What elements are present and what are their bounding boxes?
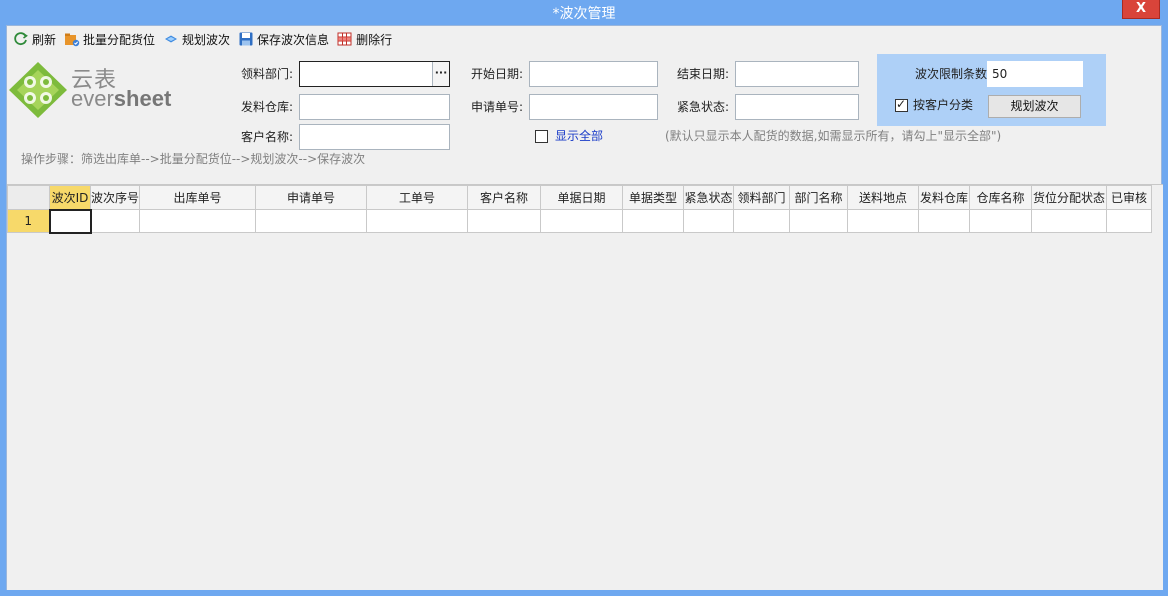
column-header[interactable]: 送料地点 [847,185,920,210]
filter-hint: (默认只显示本人配货的数据,如需显示所有，请勾上"显示全部") [665,129,1002,143]
column-header[interactable]: 客户名称 [467,185,542,210]
grid-cell[interactable] [255,209,368,233]
grid-cell[interactable] [467,209,542,233]
column-header[interactable]: 单据类型 [622,185,685,210]
operation-steps: 操作步骤：筛选出库单-->批量分配货位-->规划波次-->保存波次 [21,152,366,166]
grid-cell[interactable] [969,209,1033,233]
grid-cell[interactable] [366,209,469,233]
batch-assign-button[interactable]: 批量分配货位 [62,28,159,50]
limit-label: 波次限制条数 [914,67,987,81]
warehouse-field[interactable] [299,94,450,120]
by-customer-checkbox[interactable] [895,97,908,112]
grid-body: 1 [7,208,1153,234]
save-wave-label: 保存波次信息 [257,32,330,47]
apply-no-field[interactable] [529,94,658,120]
wave-grid: 波次ID 波次序号 出库单号 申请单号 工单号 客户名称 单据日期 单据类型 紧急状态 领料部门部… [7,185,1153,234]
filter-panel: 云表 eversheet 领料部门: ··· 发料仓库: 客户名称: 开始日期:… [7,52,1161,184]
grid-cell[interactable] [89,209,141,233]
batch-assign-label: 批量分配货位 [83,32,156,47]
grid-header-row: 波次ID 波次序号 出库单号 申请单号 工单号 客户名称 单据日期 单据类型 紧急状态 领料部门部… [7,185,1153,210]
column-header[interactable]: 领料部门 [733,185,791,210]
window-title: *波次管理 [552,6,616,22]
grid-cell[interactable] [733,209,791,233]
wave-icon [163,31,179,47]
dept-field[interactable]: ··· [299,61,450,87]
save-wave-button[interactable]: 保存波次信息 [236,28,333,50]
plan-wave-toolbar-button[interactable]: 规划波次 [161,28,234,50]
refresh-button[interactable]: 刷新 [11,28,60,50]
column-header[interactable]: 部门名称 [789,185,849,210]
table-row: 1 [7,208,1153,234]
close-button[interactable]: X [1122,0,1160,19]
grid-cell[interactable] [918,209,971,233]
logo-text-en-suffix: sheet [113,86,172,111]
column-header[interactable]: 出库单号 [139,185,257,210]
urgent-label: 紧急状态: [676,100,729,114]
column-header[interactable]: 已审核 [1106,185,1153,210]
grid-corner[interactable] [7,185,50,210]
column-header[interactable]: 波次序号 [89,185,141,210]
column-header[interactable]: 单据日期 [540,185,624,210]
show-all-label[interactable]: 显示全部 [555,128,603,144]
toolbar: 刷新 批量分配货位 规划波次 保存波次信息 删除行 [7,26,1161,52]
by-customer-label: 按客户分类 [913,98,974,112]
refresh-label: 刷新 [32,32,57,47]
apply-no-label: 申请单号: [470,100,523,114]
title-bar: *波次管理 X [0,0,1168,25]
logo-text-en-prefix: ever [71,86,114,111]
logo-text-en: eversheet [71,86,171,112]
delete-row-button[interactable]: 删除行 [335,28,396,50]
grid-cell[interactable] [1031,209,1108,233]
company-logo: 云表 eversheet [7,60,177,120]
row-number[interactable]: 1 [7,209,50,233]
grid-cell[interactable] [847,209,920,233]
column-header[interactable]: 工单号 [366,185,469,210]
dept-browse-button[interactable]: ··· [432,62,449,86]
limit-field[interactable]: 50 [987,61,1083,87]
refresh-icon [13,31,29,47]
delete-row-icon [337,31,353,47]
grid-cell[interactable] [48,208,92,234]
end-date-label: 结束日期: [676,67,729,81]
grid-cell[interactable] [139,209,257,233]
urgent-field[interactable] [735,94,859,120]
app-window: *波次管理 X 刷新 批量分配货位 规划波次 保存波次信息 删除行 云表 eve… [0,0,1168,596]
customer-field[interactable] [299,124,450,150]
show-all-checkbox[interactable] [535,130,548,143]
client-area: 刷新 批量分配货位 规划波次 保存波次信息 删除行 云表 eversheet 领… [6,25,1163,590]
grid-cell[interactable] [683,209,735,233]
grid-cell[interactable] [540,209,624,233]
warehouse-label: 发料仓库: [240,100,293,114]
grid-area: 波次ID 波次序号 出库单号 申请单号 工单号 客户名称 单据日期 单据类型 紧急状态 领料部门部… [7,184,1163,590]
column-header[interactable]: 波次ID [49,185,91,210]
column-header[interactable]: 紧急状态 [683,185,735,210]
wave-plan-panel: 波次限制条数 50 按客户分类 规划波次 [877,54,1106,126]
customer-label: 客户名称: [240,130,293,144]
delete-row-label: 删除行 [356,32,393,47]
logo-mark-icon [9,62,67,118]
folder-assign-icon [64,31,80,47]
save-icon [238,31,254,47]
grid-cell[interactable] [622,209,685,233]
grid-cell[interactable] [789,209,849,233]
column-header[interactable]: 申请单号 [255,185,368,210]
column-header[interactable]: 货位分配状态 [1031,185,1108,210]
start-date-label: 开始日期: [470,67,523,81]
column-header[interactable]: 发料仓库 [918,185,971,210]
grid-cell[interactable] [1106,209,1153,233]
end-date-field[interactable] [735,61,859,87]
plan-wave-button[interactable]: 规划波次 [988,95,1081,118]
column-header[interactable]: 仓库名称 [969,185,1033,210]
plan-wave-toolbar-label: 规划波次 [182,32,231,47]
dept-label: 领料部门: [240,67,293,81]
start-date-field[interactable] [529,61,658,87]
